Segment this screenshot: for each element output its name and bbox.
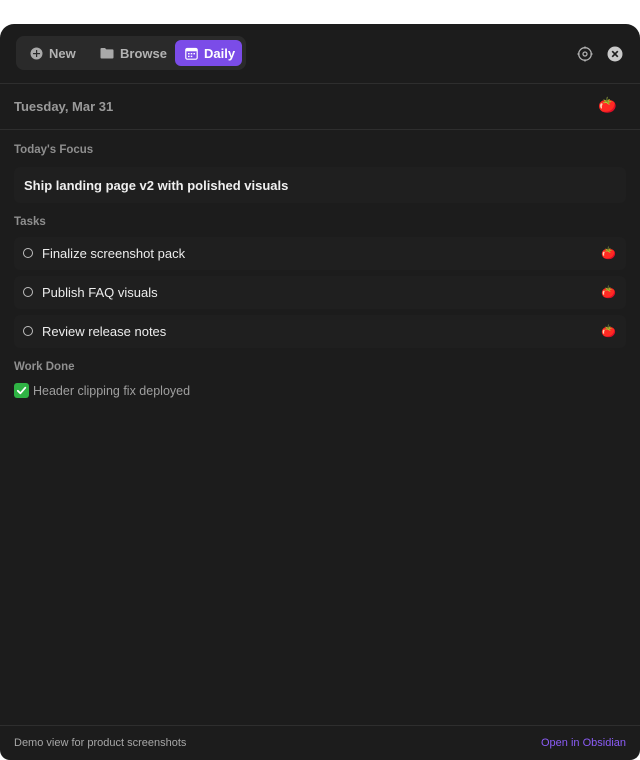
task-label: Review release notes (42, 324, 167, 339)
folder-icon (100, 47, 114, 59)
calendar-icon (185, 47, 198, 60)
tomato-icon[interactable]: 🍅 (598, 98, 617, 113)
tab-browse[interactable]: Browse (90, 40, 174, 66)
task-label: Finalize screenshot pack (42, 246, 186, 261)
date-label: Tuesday, Mar 31 (14, 99, 114, 114)
done-item: Header clipping fix deployed (14, 383, 190, 398)
task-checkbox[interactable] (23, 248, 33, 258)
footer: Demo view for product screenshots Open i… (0, 725, 640, 760)
task-label: Publish FAQ visuals (42, 285, 158, 300)
tomato-icon[interactable]: 🍅 (601, 246, 616, 260)
done-item-label: Header clipping fix deployed (33, 383, 191, 398)
tomato-icon[interactable]: 🍅 (601, 285, 616, 299)
plus-circle-icon (30, 47, 43, 60)
tab-browse-label: Browse (120, 45, 167, 61)
date-header: Tuesday, Mar 31 🍅 (0, 84, 640, 130)
tab-daily-label: Daily (204, 45, 236, 61)
focus-text: Ship landing page v2 with polished visua… (24, 178, 289, 193)
tasks-heading: Tasks (14, 216, 46, 228)
view-switcher: New Browse Daily (16, 36, 246, 70)
task-row[interactable]: Publish FAQ visuals 🍅 (14, 276, 626, 309)
tab-new[interactable]: New (20, 40, 86, 66)
footer-note: Demo view for product screenshots (14, 737, 187, 749)
daily-view-window: New Browse Daily Tuesday, Mar 31 🍅 Today… (0, 24, 640, 760)
tab-new-label: New (49, 45, 76, 61)
task-row[interactable]: Finalize screenshot pack 🍅 (14, 237, 626, 270)
toolbar: New Browse Daily (0, 24, 640, 84)
tomato-icon[interactable]: 🍅 (601, 324, 616, 338)
task-checkbox[interactable] (23, 326, 33, 336)
close-icon (607, 46, 623, 62)
focus-card[interactable]: Ship landing page v2 with polished visua… (14, 167, 626, 203)
settings-button[interactable] (576, 45, 594, 63)
check-icon (14, 383, 29, 398)
close-button[interactable] (606, 45, 624, 63)
task-row[interactable]: Review release notes 🍅 (14, 315, 626, 348)
tab-daily[interactable]: Daily (175, 40, 242, 66)
task-checkbox[interactable] (23, 287, 33, 297)
open-in-obsidian-link[interactable]: Open in Obsidian (541, 737, 626, 749)
work-done-heading: Work Done (14, 361, 75, 373)
focus-heading: Today's Focus (14, 144, 94, 156)
gear-icon (577, 46, 593, 62)
